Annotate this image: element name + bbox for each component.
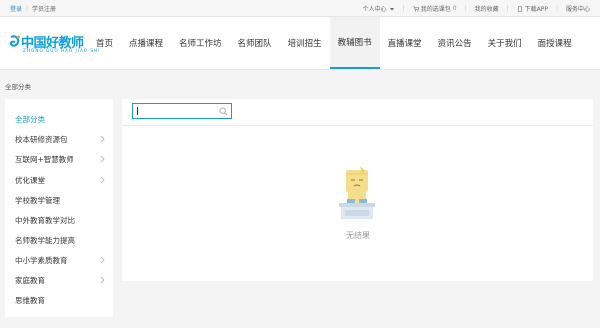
chevron-right-icon [100,155,105,163]
chevron-right-icon [100,176,105,184]
sidebar-item-label: 中小学素质教育 [15,255,68,265]
nav-item-master-workshop[interactable]: 名师工作坊 [171,17,230,69]
sidebar-item-sino-foreign-comparison[interactable]: 中外教育教学对比 [5,210,113,230]
text-cursor [137,107,138,115]
sidebar-item-family-education[interactable]: 家庭教育 [5,270,113,290]
divider: | [26,5,29,12]
login-link[interactable]: 登录 [10,4,22,13]
cart-icon [413,5,419,11]
caret-down-icon [389,7,394,10]
divider: | [506,5,509,12]
sidebar-item-label: 思维教育 [15,295,45,305]
chevron-right-icon [100,276,105,284]
divider: | [402,5,405,12]
sidebar-item-label: 名师教学能力提高 [15,235,75,245]
register-link[interactable]: 学员注册 [32,4,56,13]
breadcrumb[interactable]: 全部分类 [5,81,31,91]
personal-center-label: 个人中心 [362,6,387,13]
divider: | [555,5,558,12]
nav-item-teaching-books[interactable]: 教辅图书 [329,17,380,69]
nav-item-home[interactable]: 首页 [88,17,121,69]
sidebar-item-school-management[interactable]: 学校教学管理 [5,190,113,210]
sidebar-item-label: 校本研修资源包 [15,134,68,144]
top-utility-bar: 登录 | 学员注册 个人中心 | 我的选课包 0 | 我的收藏 | 下载APP … [0,0,600,17]
sidebar-item-optimized-classroom[interactable]: 优化课堂 [5,170,113,190]
nav-item-training-enrollment[interactable]: 培训招生 [280,17,330,69]
nav-item-news-announcements[interactable]: 资讯公告 [430,17,480,69]
service-center-link[interactable]: 服务中心 [566,4,590,13]
logo-mark-icon [9,35,20,47]
category-sidebar: 全部分类 校本研修资源包 互联网+智慧教师 优化课堂 学校教学管理 中外教育教学… [5,99,113,317]
chevron-right-icon [100,135,105,143]
cart-count-badge: 0 [452,5,457,12]
sidebar-item-label: 中外教育教学对比 [15,215,75,225]
chevron-right-icon [100,256,105,264]
auth-links: 登录 | 学员注册 [10,4,56,13]
download-app-label: 下载APP [524,6,548,13]
personal-center-menu[interactable]: 个人中心 [363,4,395,13]
search-input[interactable] [136,105,218,117]
empty-result-text: 无结果 [346,231,370,240]
phone-icon [517,5,522,12]
sidebar-item-thinking-education[interactable]: 思维教育 [5,290,113,310]
sidebar-item-label: 互联网+智慧教师 [15,154,74,164]
sidebar-item-label: 全部分类 [15,114,45,124]
cart-link[interactable]: 我的选课包 0 [413,4,457,13]
sidebar-item-internet-smart-teacher[interactable]: 互联网+智慧教师 [5,149,113,169]
nav-item-live-classroom[interactable]: 直播课堂 [380,17,430,69]
search-bar [122,99,593,126]
user-links: 个人中心 | 我的选课包 0 | 我的收藏 | 下载APP | 服务中心 [363,4,590,13]
sidebar-item-quality-education[interactable]: 中小学素质教育 [5,250,113,270]
divider: | [464,5,467,12]
sidebar-item-school-research-pack[interactable]: 校本研修资源包 [5,129,113,149]
nav-item-master-team[interactable]: 名师团队 [230,17,280,69]
main-nav: 首页 点播课程 名师工作坊 名师团队 培训招生 教辅图书 直播课堂 资讯公告 关… [88,17,580,69]
sidebar-item-label: 家庭教育 [15,275,45,285]
nav-item-face-to-face-courses[interactable]: 面授课程 [530,17,580,69]
search-box[interactable] [132,103,232,119]
site-logo[interactable]: 中国好教师 ZHONG GUO HAO JIAO SHI [9,31,99,57]
favorites-link[interactable]: 我的收藏 [475,4,499,13]
download-app-link[interactable]: 下载APP [517,4,548,13]
results-panel: 无结果 [122,99,593,281]
cart-label: 我的选课包 [420,6,451,13]
nav-item-about-us[interactable]: 关于我们 [480,17,530,69]
sidebar-item-master-teaching-ability[interactable]: 名师教学能力提高 [5,230,113,250]
sidebar-item-label: 学校教学管理 [15,195,60,205]
sidebar-item-all-categories[interactable]: 全部分类 [5,109,113,129]
site-header: 中国好教师 ZHONG GUO HAO JIAO SHI 首页 点播课程 名师工… [0,17,600,70]
empty-result-illustration [339,166,375,219]
search-icon[interactable] [219,107,228,116]
nav-item-on-demand-courses[interactable]: 点播课程 [121,17,171,69]
sidebar-item-label: 优化课堂 [15,175,45,185]
